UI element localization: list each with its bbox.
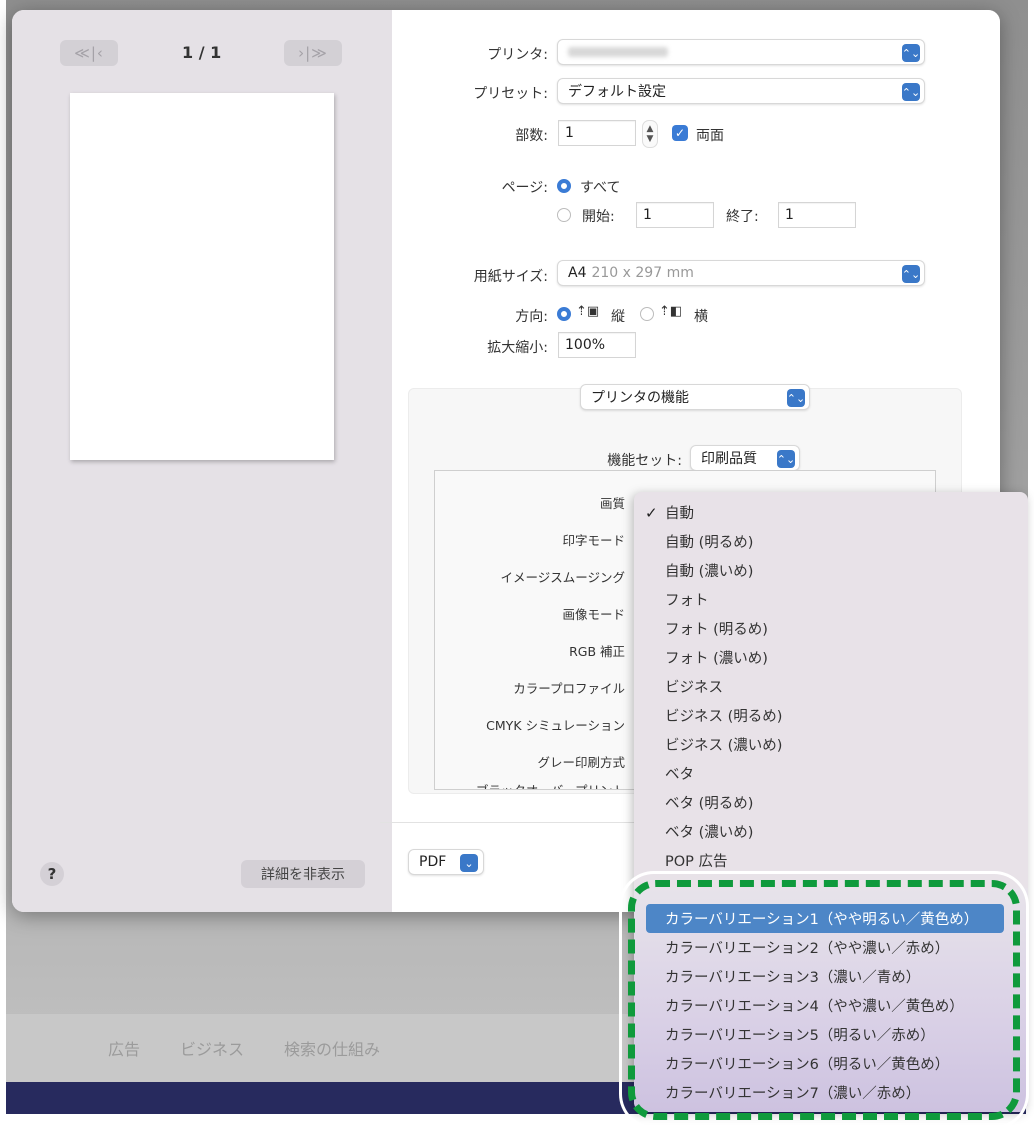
- feature-label-gray-print: グレー印刷方式: [537, 755, 625, 770]
- menu-item-photo-dark[interactable]: フォト (濃いめ): [634, 643, 1028, 672]
- landscape-label: 横: [694, 309, 708, 325]
- duplex-checkbox[interactable]: ✓: [672, 125, 688, 141]
- menu-item-label: 自動: [665, 506, 694, 522]
- paper-size-label: 用紙サイズ:: [473, 269, 548, 285]
- feature-label-quality: 画質: [599, 496, 625, 511]
- menu-item-label: ベタ (明るめ): [665, 796, 754, 812]
- section-popup[interactable]: プリンタの機能 ⌃⌄: [580, 384, 810, 410]
- popup-stepper-icon: ⌃⌄: [902, 265, 920, 283]
- annotation-dashed-highlight: [628, 880, 1020, 1120]
- menu-item-label: 自動 (明るめ): [665, 535, 754, 551]
- pdf-menu-button[interactable]: PDF ⌄: [408, 849, 484, 875]
- paper-size-main: A4: [568, 265, 587, 281]
- chevron-down-icon: ⌄: [460, 854, 478, 872]
- scale-label: 拡大縮小:: [487, 340, 548, 356]
- portrait-label: 縦: [611, 309, 625, 325]
- pages-from-input[interactable]: 1: [636, 202, 714, 228]
- menu-item-label: 自動 (濃いめ): [665, 564, 754, 580]
- printer-name-blurred: [568, 47, 668, 57]
- printer-label: プリンタ:: [487, 47, 548, 63]
- feature-label-black-overprint: ブラックオーバープリント: [476, 780, 625, 789]
- menu-item-label: フォト (濃いめ): [665, 651, 768, 667]
- footer-link-ads[interactable]: 広告: [108, 1036, 140, 1060]
- pages-to-input[interactable]: 1: [778, 202, 856, 228]
- feature-set-popup[interactable]: 印刷品質 ⌃⌄: [690, 445, 800, 471]
- menu-item-business[interactable]: ビジネス: [634, 672, 1028, 701]
- orientation-portrait-radio[interactable]: [557, 307, 571, 321]
- scale-input[interactable]: 100%: [558, 332, 636, 358]
- menu-item-label: ベタ: [665, 767, 694, 783]
- popup-stepper-icon: ⌃⌄: [787, 389, 805, 407]
- menu-item-label: フォト: [665, 593, 709, 609]
- menu-item-solid[interactable]: ベタ: [634, 759, 1028, 788]
- help-button[interactable]: ?: [40, 862, 64, 886]
- menu-item-solid-light[interactable]: ベタ (明るめ): [634, 788, 1028, 817]
- menu-item-auto-dark[interactable]: 自動 (濃いめ): [634, 556, 1028, 585]
- pages-from-label: 開始:: [582, 209, 615, 225]
- pages-all-radio[interactable]: [557, 179, 571, 193]
- copies-stepper[interactable]: ▲ ▼: [642, 120, 658, 148]
- pages-to-label: 終了:: [726, 209, 759, 225]
- pdf-label: PDF: [419, 854, 447, 870]
- paper-size-detail: 210 x 297 mm: [591, 265, 694, 281]
- feature-label-image-smoothing: イメージスムージング: [500, 570, 625, 585]
- footer-link-how-search-works[interactable]: 検索の仕組み: [284, 1036, 380, 1060]
- landscape-icon: ⇡◧: [659, 304, 683, 319]
- preset-value: デフォルト設定: [568, 84, 666, 100]
- pages-range-radio[interactable]: [557, 208, 571, 222]
- duplex-label: 両面: [696, 128, 724, 144]
- popup-stepper-icon: ⌃⌄: [777, 450, 795, 468]
- feature-label-color-profile: カラープロファイル: [513, 681, 625, 696]
- menu-item-label: ビジネス: [665, 680, 723, 696]
- page-preview: [70, 93, 334, 460]
- paper-size-popup[interactable]: A4 210 x 297 mm ⌃⌄: [557, 260, 925, 286]
- feature-set-label: 機能セット:: [607, 453, 682, 469]
- feature-label-cmyk-simulation: CMYK シミュレーション: [486, 718, 625, 733]
- orientation-landscape-radio[interactable]: [640, 307, 654, 321]
- prev-page-icon: ≪|‹: [74, 44, 104, 62]
- portrait-icon: ⇡▣: [576, 304, 600, 319]
- menu-item-photo-light[interactable]: フォト (明るめ): [634, 614, 1028, 643]
- pages-label: ページ:: [501, 180, 548, 196]
- menu-item-auto[interactable]: ✓ 自動: [634, 498, 1028, 527]
- copies-label: 部数:: [515, 128, 548, 144]
- menu-item-label: POP 広告: [665, 854, 728, 870]
- next-last-page-button[interactable]: ›|≫: [284, 40, 342, 66]
- up-arrow-icon: ▲: [646, 124, 654, 134]
- menu-item-auto-light[interactable]: 自動 (明るめ): [634, 527, 1028, 556]
- orientation-label: 方向:: [515, 309, 548, 325]
- copies-input[interactable]: 1: [558, 120, 636, 146]
- menu-item-label: フォト (明るめ): [665, 622, 768, 638]
- popup-stepper-icon: ⌃⌄: [902, 44, 920, 62]
- checkmark-icon: ✓: [645, 503, 658, 522]
- preset-label: プリセット:: [473, 86, 548, 102]
- menu-item-business-dark[interactable]: ビジネス (濃いめ): [634, 730, 1028, 759]
- popup-stepper-icon: ⌃⌄: [902, 83, 920, 101]
- printer-popup[interactable]: ⌃⌄: [557, 39, 925, 65]
- menu-item-solid-dark[interactable]: ベタ (濃いめ): [634, 817, 1028, 846]
- menu-item-pop-ad[interactable]: POP 広告: [634, 846, 1028, 875]
- down-arrow-icon: ▼: [646, 134, 654, 144]
- section-popup-value: プリンタの機能: [591, 390, 689, 406]
- preview-pane: ≪|‹ 1 / 1 ›|≫ ? 詳細を非表示: [12, 10, 392, 912]
- pages-all-label: すべて: [580, 180, 621, 196]
- feature-label-image-mode: 画像モード: [562, 607, 625, 622]
- page-indicator: 1 / 1: [182, 43, 222, 62]
- footer-link-business[interactable]: ビジネス: [180, 1036, 244, 1060]
- first-prev-page-button[interactable]: ≪|‹: [60, 40, 118, 66]
- menu-item-business-light[interactable]: ビジネス (明るめ): [634, 701, 1028, 730]
- menu-item-label: ベタ (濃いめ): [665, 825, 754, 841]
- menu-item-label: ビジネス (明るめ): [665, 709, 783, 725]
- feature-label-rgb-correction: RGB 補正: [569, 644, 625, 659]
- footer-links: 広告 ビジネス 検索の仕組み: [108, 1036, 380, 1060]
- feature-set-value: 印刷品質: [701, 451, 757, 467]
- menu-item-label: ビジネス (濃いめ): [665, 738, 783, 754]
- preset-popup[interactable]: デフォルト設定 ⌃⌄: [557, 78, 925, 104]
- menu-item-photo[interactable]: フォト: [634, 585, 1028, 614]
- next-page-icon: ›|≫: [298, 44, 328, 62]
- checkmark-icon: ✓: [674, 126, 686, 140]
- hide-details-button[interactable]: 詳細を非表示: [241, 860, 365, 888]
- feature-label-print-mode: 印字モード: [562, 533, 625, 548]
